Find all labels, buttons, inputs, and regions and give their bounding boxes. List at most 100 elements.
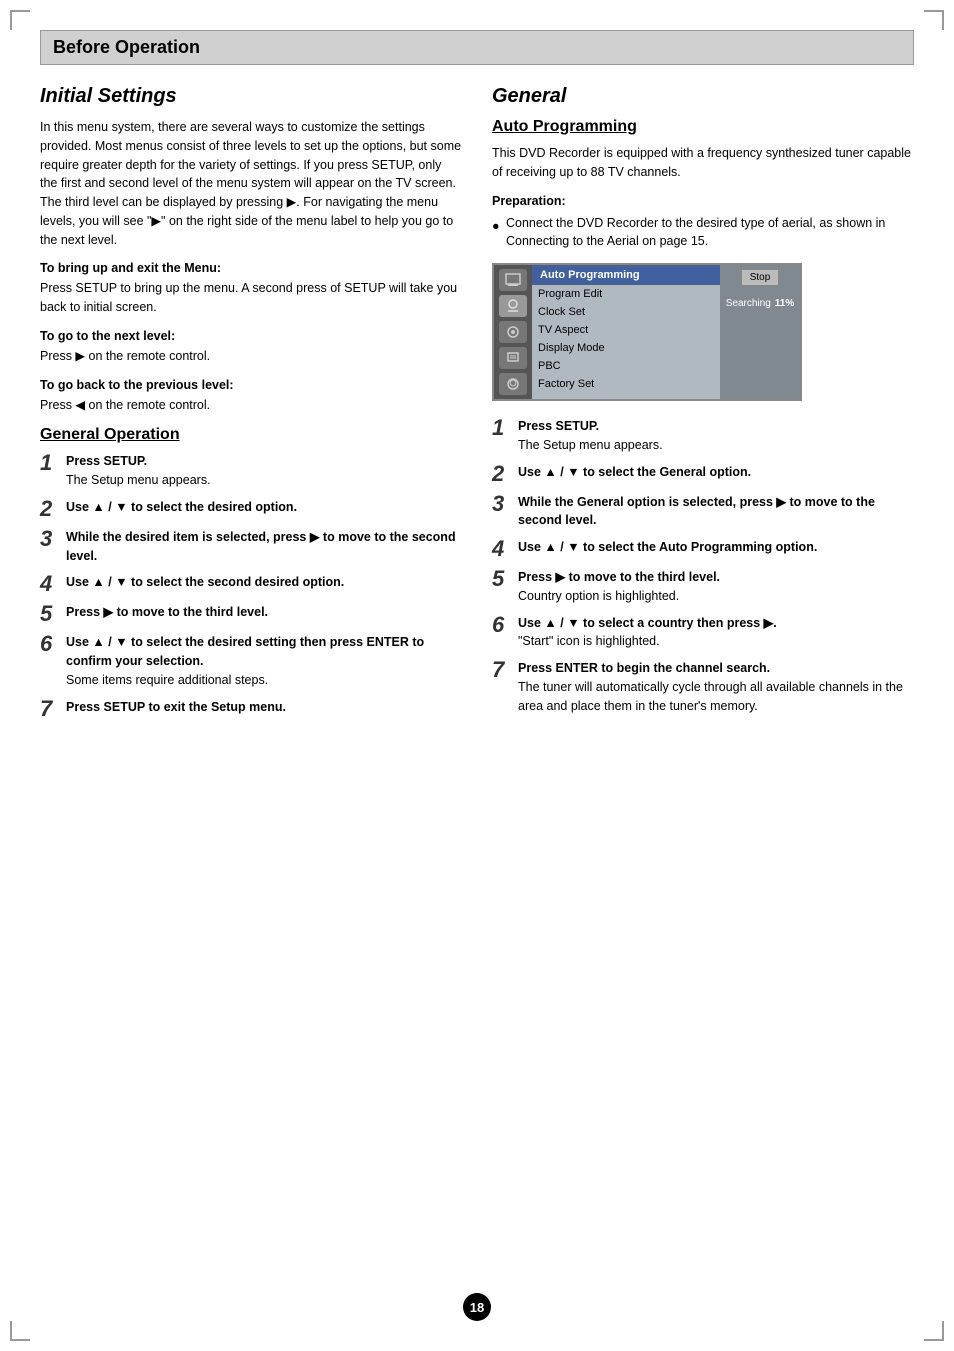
general-operation-title: General Operation — [40, 426, 462, 444]
preparation-bullet: ● Connect the DVD Recorder to the desire… — [492, 214, 914, 252]
tv-menu-screenshot: Auto Programming Program Edit Clock Set … — [492, 263, 802, 401]
right-step-2-content: Use ▲ / ▼ to select the General option. — [518, 463, 914, 482]
right-column: General Auto Programming This DVD Record… — [492, 85, 914, 736]
stop-button: Stop — [741, 269, 780, 286]
tv-menu-right-panel: Stop Searching 11% — [720, 265, 800, 399]
menu-icon-2 — [499, 295, 527, 317]
right-step-6-content: Use ▲ / ▼ to select a country then press… — [518, 614, 914, 652]
page-title: Before Operation — [53, 37, 901, 58]
preparation-bullet-text: Connect the DVD Recorder to the desired … — [506, 214, 914, 252]
right-step-1-number: 1 — [492, 417, 514, 439]
right-step-6-note: "Start" icon is highlighted. — [518, 632, 914, 651]
right-step-6-number: 6 — [492, 614, 514, 636]
right-step-3-number: 3 — [492, 493, 514, 515]
right-step-2-bold: Use ▲ / ▼ to select the General option. — [518, 465, 751, 479]
menu-icon-1 — [499, 269, 527, 291]
left-steps-list: 1 Press SETUP. The Setup menu appears. 2… — [40, 452, 462, 719]
right-step-1: 1 Press SETUP. The Setup menu appears. — [492, 417, 914, 455]
searching-label: Searching — [726, 298, 771, 309]
left-step-7-number: 7 — [40, 698, 62, 720]
left-step-7-bold: Press SETUP to exit the Setup menu. — [66, 700, 286, 714]
left-step-5-bold: Press ▶ to move to the third level. — [66, 605, 268, 619]
left-step-3-bold: While the desired item is selected, pres… — [66, 530, 456, 563]
right-step-6-bold: Use ▲ / ▼ to select a country then press… — [518, 616, 777, 630]
corner-br — [924, 1321, 944, 1341]
left-step-6-note: Some items require additional steps. — [66, 671, 462, 690]
left-step-2-number: 2 — [40, 498, 62, 520]
left-step-5-number: 5 — [40, 603, 62, 625]
menu-label: To bring up and exit the Menu: — [40, 261, 462, 275]
left-section-title: Initial Settings — [40, 85, 462, 108]
menu-item-pbc: PBC — [532, 357, 720, 375]
right-section-title: General — [492, 85, 914, 108]
page-wrapper: Before Operation Initial Settings In thi… — [0, 0, 954, 1351]
right-step-3: 3 While the General option is selected, … — [492, 493, 914, 531]
right-step-7-number: 7 — [492, 659, 514, 681]
left-step-1-number: 1 — [40, 452, 62, 474]
left-step-4-bold: Use ▲ / ▼ to select the second desired o… — [66, 575, 344, 589]
corner-tr — [924, 10, 944, 30]
left-step-3: 3 While the desired item is selected, pr… — [40, 528, 462, 566]
right-step-5: 5 Press ▶ to move to the third level. Co… — [492, 568, 914, 606]
right-step-5-bold: Press ▶ to move to the third level. — [518, 570, 720, 584]
tv-menu-main: Auto Programming Program Edit Clock Set … — [532, 265, 720, 399]
right-step-4-content: Use ▲ / ▼ to select the Auto Programming… — [518, 538, 914, 557]
left-step-6-bold: Use ▲ / ▼ to select the desired setting … — [66, 635, 424, 668]
right-step-7-note: The tuner will automatically cycle throu… — [518, 678, 914, 716]
right-step-1-bold: Press SETUP. — [518, 419, 599, 433]
content-columns: Initial Settings In this menu system, th… — [40, 85, 914, 736]
left-step-5-content: Press ▶ to move to the third level. — [66, 603, 462, 622]
left-step-5: 5 Press ▶ to move to the third level. — [40, 603, 462, 625]
intro-text: In this menu system, there are several w… — [40, 118, 462, 249]
right-step-5-content: Press ▶ to move to the third level. Coun… — [518, 568, 914, 606]
bullet-dot: ● — [492, 217, 500, 252]
left-step-6-content: Use ▲ / ▼ to select the desired setting … — [66, 633, 462, 689]
left-step-1-bold: Press SETUP. — [66, 454, 147, 468]
right-step-2: 2 Use ▲ / ▼ to select the General option… — [492, 463, 914, 485]
next-level-text: Press ▶ on the remote control. — [40, 347, 462, 366]
menu-text: Press SETUP to bring up the menu. A seco… — [40, 279, 462, 317]
corner-bl — [10, 1321, 30, 1341]
right-step-4-bold: Use ▲ / ▼ to select the Auto Programming… — [518, 540, 817, 554]
menu-icon-3 — [499, 321, 527, 343]
right-subsection-title: Auto Programming — [492, 118, 914, 136]
right-step-2-number: 2 — [492, 463, 514, 485]
page-number: 18 — [463, 1293, 491, 1321]
right-step-3-bold: While the General option is selected, pr… — [518, 495, 875, 528]
left-step-3-number: 3 — [40, 528, 62, 550]
prev-level-text: Press ◀ on the remote control. — [40, 396, 462, 415]
next-level-label: To go to the next level: — [40, 329, 462, 343]
left-step-4-number: 4 — [40, 573, 62, 595]
right-step-7: 7 Press ENTER to begin the channel searc… — [492, 659, 914, 715]
left-step-1-note: The Setup menu appears. — [66, 471, 462, 490]
right-step-7-bold: Press ENTER to begin the channel search. — [518, 661, 770, 675]
right-step-3-content: While the General option is selected, pr… — [518, 493, 914, 531]
left-step-1: 1 Press SETUP. The Setup menu appears. — [40, 452, 462, 490]
left-step-6-number: 6 — [40, 633, 62, 655]
right-step-6: 6 Use ▲ / ▼ to select a country then pre… — [492, 614, 914, 652]
preparation-label: Preparation: — [492, 194, 914, 208]
right-step-5-note: Country option is highlighted. — [518, 587, 914, 606]
left-step-1-content: Press SETUP. The Setup menu appears. — [66, 452, 462, 490]
left-step-6: 6 Use ▲ / ▼ to select the desired settin… — [40, 633, 462, 689]
menu-icon-5 — [499, 373, 527, 395]
left-step-3-content: While the desired item is selected, pres… — [66, 528, 462, 566]
left-step-2: 2 Use ▲ / ▼ to select the desired option… — [40, 498, 462, 520]
right-step-1-note: The Setup menu appears. — [518, 436, 914, 455]
menu-item-clock-set: Clock Set — [532, 303, 720, 321]
right-step-5-number: 5 — [492, 568, 514, 590]
left-step-7-content: Press SETUP to exit the Setup menu. — [66, 698, 462, 717]
right-step-4-number: 4 — [492, 538, 514, 560]
left-column: Initial Settings In this menu system, th… — [40, 85, 462, 736]
prev-level-label: To go back to the previous level: — [40, 378, 462, 392]
menu-item-factory-set: Factory Set — [532, 375, 720, 393]
menu-icon-4 — [499, 347, 527, 369]
tv-menu-sidebar — [494, 265, 532, 399]
right-step-7-content: Press ENTER to begin the channel search.… — [518, 659, 914, 715]
left-step-7: 7 Press SETUP to exit the Setup menu. — [40, 698, 462, 720]
searching-percent: 11% — [775, 298, 794, 309]
right-step-4: 4 Use ▲ / ▼ to select the Auto Programmi… — [492, 538, 914, 560]
left-step-4: 4 Use ▲ / ▼ to select the second desired… — [40, 573, 462, 595]
menu-item-program-edit: Program Edit — [532, 285, 720, 303]
menu-item-tv-aspect: TV Aspect — [532, 321, 720, 339]
